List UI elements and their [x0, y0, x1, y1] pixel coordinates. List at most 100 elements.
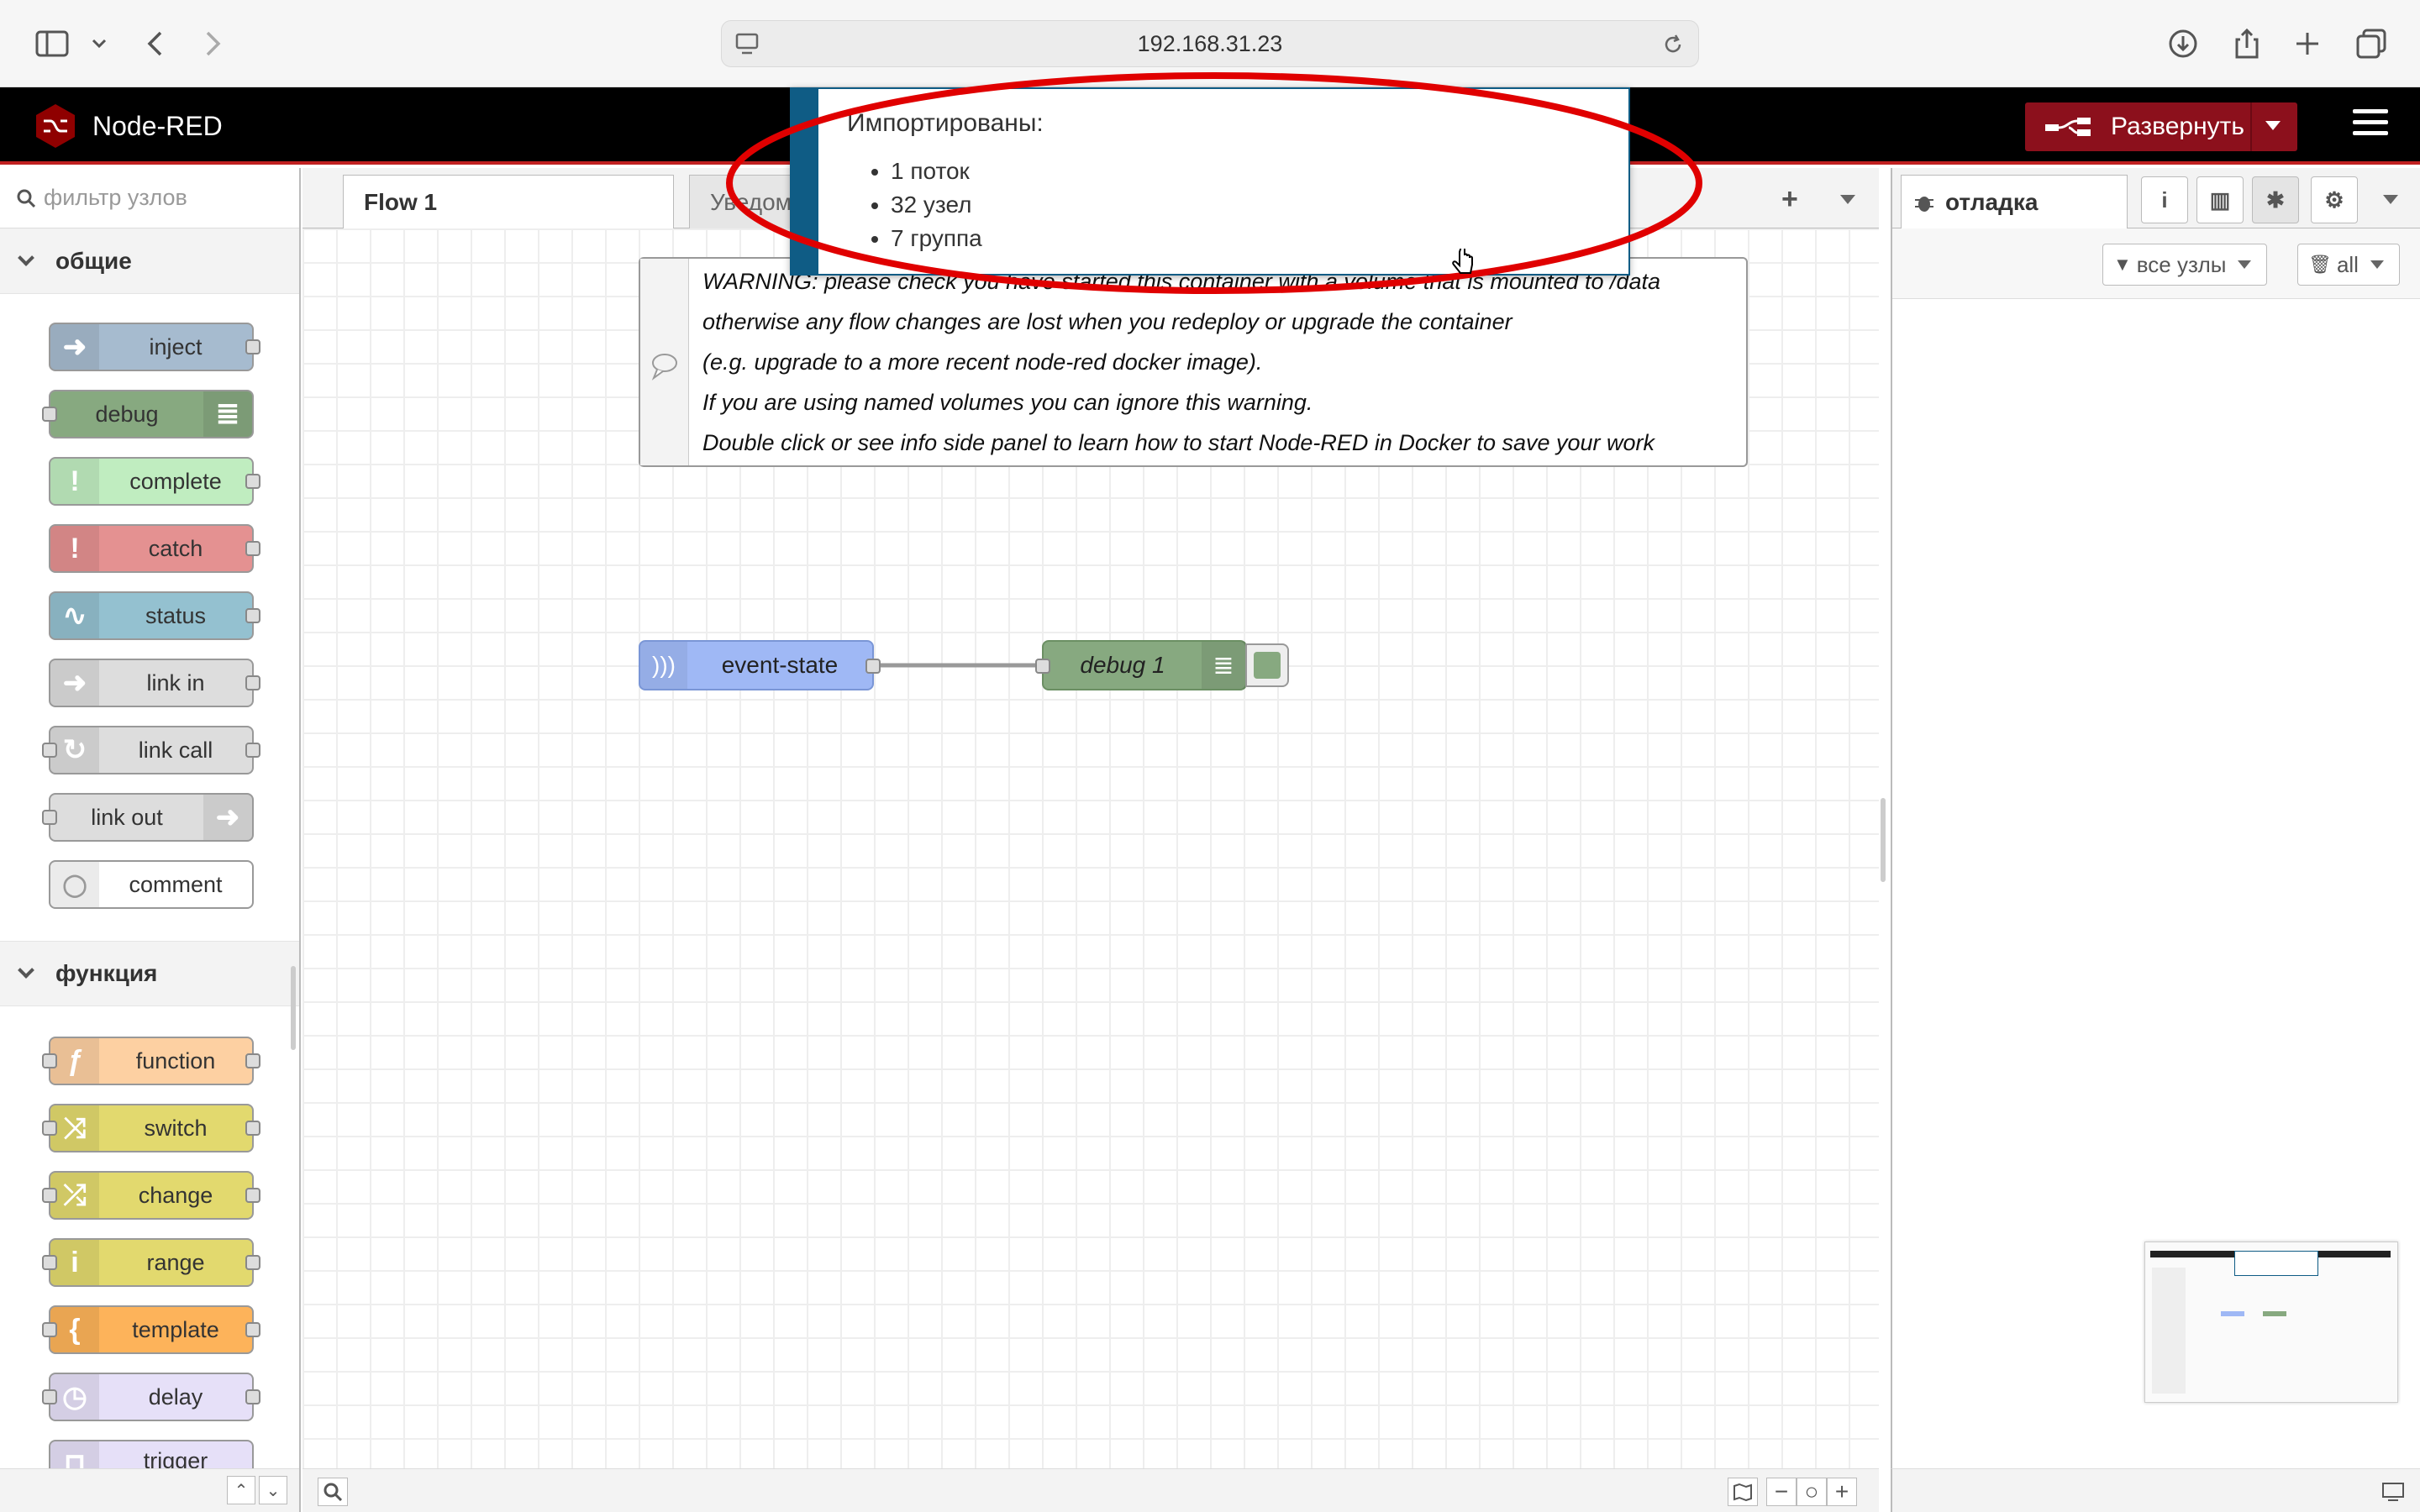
workspace-minimap[interactable] [2144, 1242, 2398, 1403]
deploy-separator [2250, 102, 2252, 151]
node-label: event-state [721, 652, 839, 678]
flow-list-caret-icon[interactable] [1840, 195, 1855, 204]
node-label: function [135, 1047, 216, 1074]
comment-icon: ◯ [50, 862, 99, 907]
sidebar-menu-caret-icon[interactable] [2383, 195, 2398, 204]
node-label: link call [138, 737, 213, 763]
share-icon[interactable] [2228, 25, 2265, 62]
forward-icon[interactable] [195, 25, 232, 62]
palette-node-switch[interactable]: ⤨ switch [42, 1104, 260, 1152]
category-common-header[interactable]: общие [0, 228, 299, 294]
node-label: link in [146, 669, 205, 696]
back-icon[interactable] [136, 25, 173, 62]
zoom-reset-icon[interactable]: ○ [1797, 1478, 1827, 1506]
sidebar-toggle-icon[interactable] [34, 25, 71, 62]
download-icon[interactable] [2165, 25, 2202, 62]
node-label: debug [95, 401, 159, 427]
deploy-label: Развернуть [2111, 113, 2245, 140]
node-label: switch [144, 1115, 208, 1141]
palette-node-debug[interactable]: debug ≣ [42, 390, 254, 438]
switch-icon: ⤨ [50, 1105, 99, 1151]
info-icon[interactable]: i [2141, 176, 2188, 223]
trigger-icon: ⊓ [50, 1441, 99, 1468]
flow-wire[interactable] [302, 228, 1879, 984]
debug-list-icon: ≣ [203, 391, 252, 437]
debug-list-icon: ≣ [1202, 642, 1245, 689]
palette-footer: ⌃ ⌄ [0, 1468, 299, 1512]
link-call-icon: ↻ [50, 727, 99, 773]
flow-node-event-state[interactable]: ))) event-state [639, 640, 881, 690]
clear-messages-select[interactable]: 🗑 all [2297, 244, 2400, 286]
palette-node-comment[interactable]: ◯ comment [49, 860, 254, 909]
site-settings-icon[interactable] [735, 33, 759, 60]
url-text: 192.168.31.23 [1137, 30, 1283, 56]
palette-scrollbar[interactable] [291, 966, 296, 1050]
navigator-map-icon[interactable] [1728, 1478, 1758, 1506]
debug-toolbar: ▼ все узлы 🗑 all [1892, 228, 2420, 299]
palette-node-complete[interactable]: ! complete [49, 457, 260, 506]
range-icon: i [50, 1240, 99, 1285]
debug-bug-icon[interactable]: ✱ [2252, 176, 2299, 223]
palette-search-input[interactable]: общие фильтр узлов [0, 168, 299, 228]
add-flow-icon[interactable]: + [1781, 183, 1798, 216]
category-function-header[interactable]: функция [0, 941, 299, 1006]
node-label: template [132, 1316, 219, 1342]
node-filter-select[interactable]: ▼ все узлы [2102, 244, 2267, 286]
address-bar[interactable]: 192.168.31.23 [721, 20, 1699, 67]
inject-icon: ➜ [50, 324, 99, 370]
deploy-options-caret-icon[interactable] [2265, 121, 2281, 130]
tab-flow-1[interactable]: Flow 1 [343, 175, 674, 228]
node-red-logo-icon [32, 102, 79, 150]
filter-label: все узлы [2136, 251, 2227, 277]
reload-icon[interactable] [1661, 33, 1685, 62]
palette-node-function[interactable]: ƒ function [42, 1037, 260, 1085]
category-label: функция [55, 960, 158, 986]
node-label: range [146, 1249, 205, 1275]
palette-node-template[interactable]: {template [42, 1305, 260, 1354]
sidebar-tabs: отладка i ▥ ✱ ⚙ [1892, 168, 2420, 228]
help-book-icon[interactable]: ▥ [2196, 176, 2244, 223]
flow-canvas[interactable]: WARNING: please check you have started t… [302, 228, 1879, 1468]
link-out-icon: ➜ [203, 795, 252, 840]
zoom-out-icon[interactable]: − [1766, 1478, 1797, 1506]
palette-node-catch[interactable]: ! catch [49, 524, 260, 573]
node-palette: общие фильтр узлов общие ➜inject debug≣ … [0, 168, 301, 1512]
settings-gear-icon[interactable]: ⚙ [2311, 176, 2358, 223]
palette-search-text: фильтр узлов [44, 185, 187, 210]
palette-node-inject[interactable]: ➜ inject [49, 323, 260, 371]
trash-icon: 🗑 [2308, 254, 2332, 275]
node-label: debug 1 [1080, 652, 1165, 678]
workspace-footer: − ○ + [302, 1468, 1879, 1512]
node-label: trigger [143, 1448, 208, 1468]
palette-node-status[interactable]: ∿ status [49, 591, 260, 640]
palette-node-link-call[interactable]: ↻ link call [42, 726, 260, 774]
zoom-in-icon[interactable]: + [1827, 1478, 1857, 1506]
new-tab-icon[interactable] [2289, 25, 2326, 62]
sidebar-resize-handle[interactable] [1881, 798, 1886, 882]
tabs-overview-icon[interactable] [2353, 25, 2390, 62]
palette-node-delay[interactable]: ◷ delay [42, 1373, 260, 1421]
expand-all-icon[interactable]: ⌄ [259, 1476, 287, 1504]
palette-node-range[interactable]: i range [42, 1238, 260, 1287]
sidebar-footer [1891, 1468, 2420, 1512]
search-flows-icon[interactable] [318, 1478, 348, 1506]
collapse-all-icon[interactable]: ⌃ [227, 1476, 255, 1504]
debug-toggle-button[interactable] [1245, 643, 1289, 687]
category-label: общие [55, 247, 132, 274]
highlight-oval [726, 72, 1702, 294]
main-menu-icon[interactable] [2353, 109, 2388, 144]
tab-debug-label: отладка [1945, 188, 2039, 215]
palette-node-trigger[interactable]: ⊓ trigger [49, 1440, 254, 1468]
node-label: status [145, 602, 207, 628]
deploy-button[interactable]: Развернуть [2025, 102, 2297, 151]
tab-debug[interactable]: отладка [1901, 175, 2128, 228]
chevron-down-icon [18, 962, 34, 979]
palette-node-change[interactable]: ⤮ change [42, 1171, 260, 1220]
flow-node-debug-1[interactable]: debug 1 ≣ [1035, 640, 1247, 690]
chevron-down-icon[interactable] [81, 25, 118, 62]
palette-node-link-in[interactable]: ➜ link in [49, 659, 260, 707]
hand-cursor-icon [1452, 249, 1473, 274]
monitor-icon[interactable] [2378, 1478, 2408, 1506]
palette-node-link-out[interactable]: link out ➜ [42, 793, 254, 842]
search-icon [17, 189, 35, 207]
